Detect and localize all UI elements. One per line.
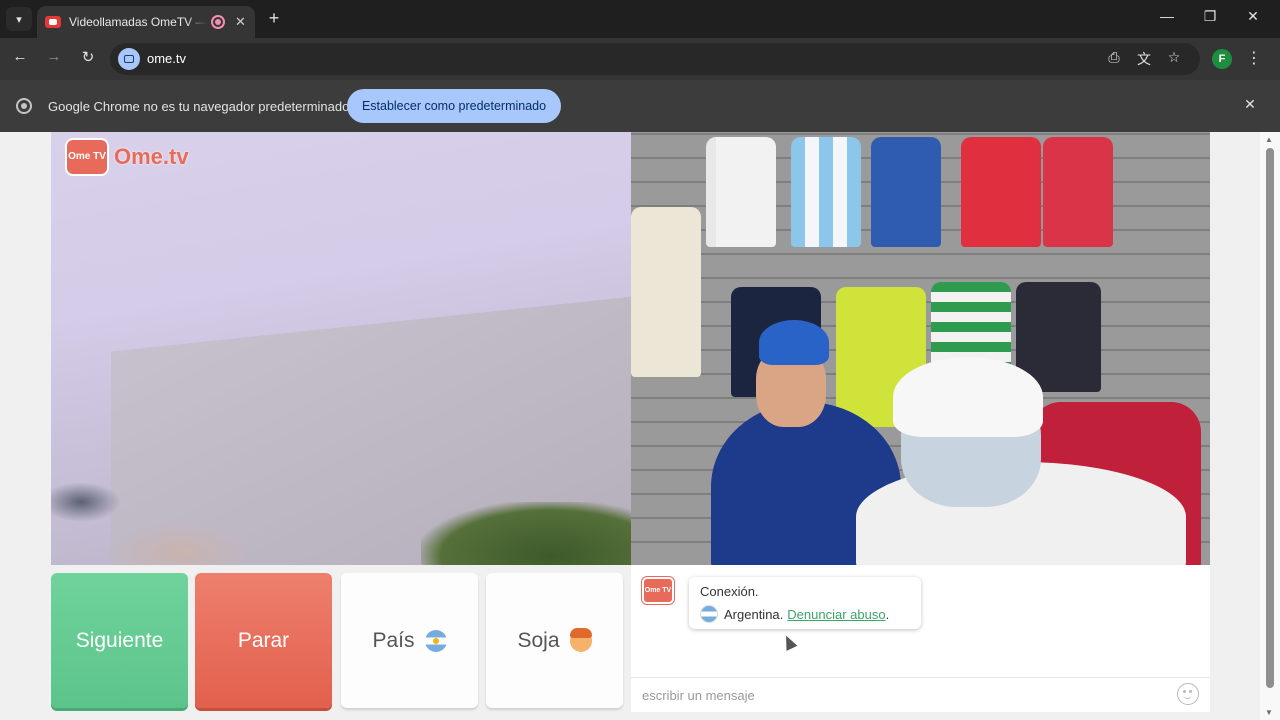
youtube-favicon-icon: [45, 16, 61, 28]
chevron-down-icon[interactable]: ▾: [6, 7, 32, 31]
infobar-message: Google Chrome no es tu navegador predete…: [48, 99, 350, 114]
scrollbar[interactable]: ▲ ▼: [1260, 132, 1280, 720]
stop-button[interactable]: Parar: [195, 573, 332, 708]
argentina-flag-icon: [700, 605, 718, 623]
plus-icon[interactable]: +: [264, 8, 284, 29]
connection-title: Conexión.: [700, 584, 759, 599]
local-video: [51, 132, 631, 565]
scroll-down-icon[interactable]: ▼: [1265, 708, 1273, 717]
system-message: Conexión. Argentina . Denunciar abuso .: [689, 577, 921, 629]
chrome-logo-icon: [16, 98, 32, 114]
install-app-icon[interactable]: ⎙: [1104, 49, 1124, 66]
message-input[interactable]: [631, 677, 1210, 712]
logo-badge: Ome TV: [65, 138, 109, 176]
ometv-logo: Ome TV Ome.tv: [65, 138, 189, 176]
arrow-right-icon[interactable]: →: [44, 48, 64, 65]
kebab-menu-icon[interactable]: ⋮: [1246, 48, 1262, 68]
browser-tab[interactable]: Videollamadas OmeTV — A ✕: [37, 6, 255, 38]
scroll-up-icon[interactable]: ▲: [1265, 135, 1273, 144]
next-button[interactable]: Siguiente: [51, 573, 188, 708]
browser-toolbar: ← → ↻ ome.tv ⎙ 文 ☆ F ⋮: [0, 38, 1280, 80]
site-info-icon[interactable]: [118, 48, 140, 70]
arrow-left-icon[interactable]: ←: [10, 48, 30, 65]
minimize-icon[interactable]: —: [1157, 8, 1177, 24]
window-close-icon[interactable]: ✕: [1243, 8, 1263, 25]
tab-title: Videollamadas OmeTV — A: [69, 15, 207, 29]
address-bar[interactable]: ome.tv ⎙ 文 ☆: [110, 43, 1200, 75]
mouse-cursor-icon: [780, 633, 798, 651]
recording-icon: [211, 15, 225, 29]
gender-label: Soja: [517, 628, 560, 652]
ometv-avatar: Ome TV: [642, 577, 674, 604]
profile-avatar[interactable]: F: [1212, 49, 1232, 69]
restore-icon[interactable]: ❐: [1200, 8, 1220, 25]
default-browser-infobar: Google Chrome no es tu navegador predete…: [0, 80, 1280, 132]
logo-text: Ome.tv: [114, 144, 189, 169]
separator: .: [779, 606, 784, 622]
set-default-button[interactable]: Establecer como predeterminado: [347, 89, 561, 123]
gender-filter-button[interactable]: Soja: [486, 573, 623, 708]
close-icon[interactable]: ✕: [235, 14, 246, 30]
url-text[interactable]: ome.tv: [147, 51, 186, 66]
scroll-thumb[interactable]: [1266, 148, 1274, 688]
close-icon[interactable]: ✕: [1241, 96, 1259, 113]
remote-video: [631, 132, 1210, 565]
reload-icon[interactable]: ↻: [78, 48, 98, 66]
report-suffix: .: [885, 606, 890, 622]
emoji-icon[interactable]: [1177, 683, 1199, 705]
country-line: Argentina . Denunciar abuso .: [700, 605, 910, 623]
tab-strip: ▾ Videollamadas OmeTV — A ✕ + — ❐ ✕: [0, 0, 1280, 38]
country-filter-button[interactable]: País: [341, 573, 478, 708]
argentina-flag-icon: [424, 629, 447, 652]
chat-panel: Ome TV Conexión. Argentina . Denunciar a…: [631, 565, 1210, 712]
country-name: Argentina: [724, 606, 780, 622]
boy-face-icon: [569, 627, 592, 652]
report-abuse-link[interactable]: Denunciar abuso: [787, 607, 885, 622]
translate-icon[interactable]: 文: [1134, 49, 1154, 69]
star-icon[interactable]: ☆: [1164, 49, 1184, 66]
country-label: País: [372, 628, 415, 652]
